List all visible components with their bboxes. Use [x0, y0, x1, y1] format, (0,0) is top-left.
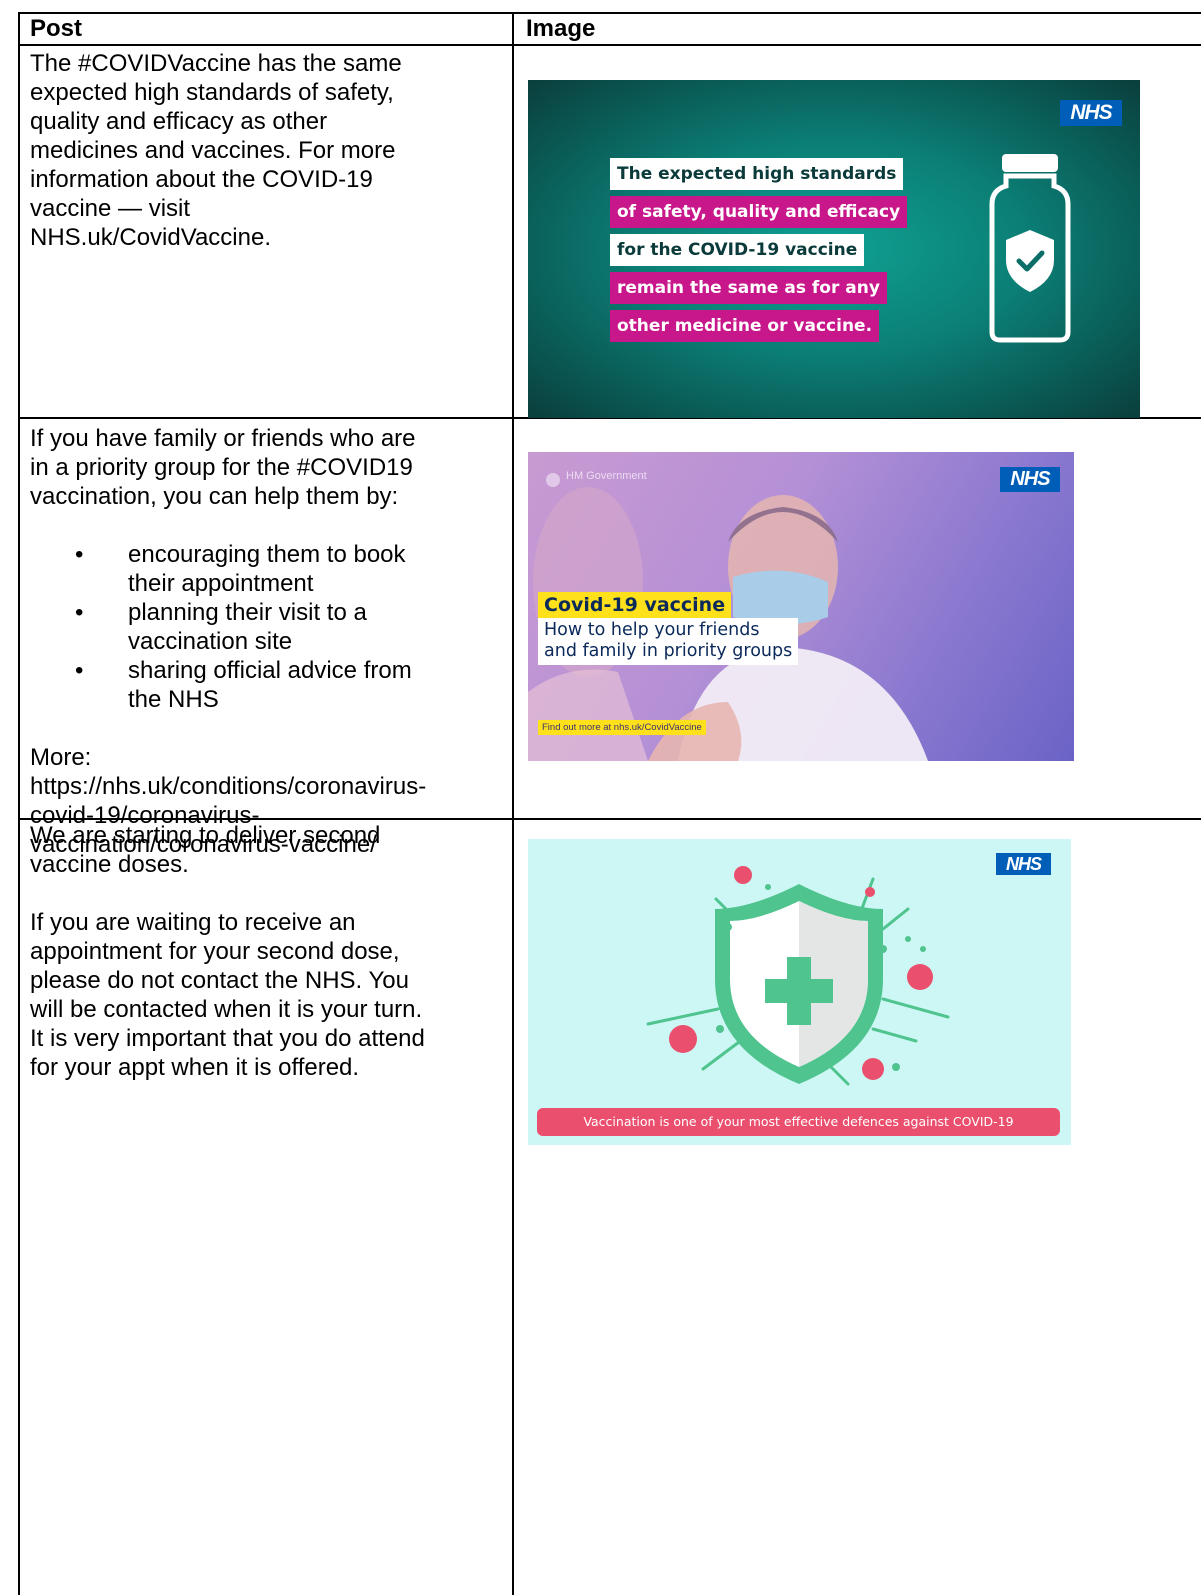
post-text-line: NHS.uk/CovidVaccine. — [30, 224, 271, 251]
image-banner: Vaccination is one of your most effectiv… — [537, 1108, 1060, 1136]
post-text-line: appointment for your second dose, — [30, 938, 400, 965]
bullet-text-line: encouraging them to book — [128, 541, 406, 568]
post-text-line: expected high standards of safety, — [30, 79, 394, 106]
image-subtitle-line: and family in priority groups — [544, 641, 793, 661]
post-text-line: vaccine — visit — [30, 195, 191, 222]
image-subtitle: How to help your friends and family in p… — [538, 618, 799, 665]
image-headline-line: other medicine or vaccine. — [610, 310, 880, 342]
post-text-line: quality and efficacy as other — [30, 108, 328, 135]
post-text-line: information about the COVID-19 — [30, 166, 373, 193]
post-text-line: We are starting to deliver second — [30, 822, 381, 849]
more-label: More: — [30, 744, 92, 771]
image-headline-line: of safety, quality and efficacy — [610, 196, 908, 228]
image-title: Covid-19 vaccine — [538, 592, 732, 618]
column-header-image: Image — [526, 15, 596, 42]
post-text-line: vaccine doses. — [30, 851, 189, 878]
table-border-left — [18, 12, 20, 1595]
bullet-text-line: sharing official advice from — [128, 657, 412, 684]
header-divider — [18, 44, 1201, 46]
bullet-text-line: vaccination site — [128, 628, 293, 655]
shield-icon — [1006, 230, 1054, 292]
post-text-line: If you are waiting to receive an — [30, 909, 356, 936]
bullet-text-line: their appointment — [128, 570, 314, 597]
image-headline-line: remain the same as for any — [610, 272, 887, 304]
image-headline-line: The expected high standards — [610, 158, 904, 190]
image-footer: Find out more at nhs.uk/CovidVaccine — [538, 720, 706, 735]
hm-government-label: HM Government — [566, 470, 647, 482]
post-text-line: It is very important that you do attend — [30, 1025, 425, 1052]
image-headline-line: for the COVID-19 vaccine — [610, 234, 865, 266]
post-text-line: medicines and vaccines. For more — [30, 137, 396, 164]
vaccine-vial-icon — [989, 154, 1071, 343]
vaccination-defence-image: NHS Vaccination is one of your most effe… — [528, 839, 1071, 1145]
more-url-line[interactable]: https://nhs.uk/conditions/coronavirus- — [30, 772, 520, 801]
bullet-item: planning their visit to a vaccination si… — [75, 598, 520, 656]
post-text-line: The #COVIDVaccine has the same — [30, 50, 402, 77]
shield-illustration — [646, 866, 950, 1086]
nhs-logo: NHS — [1060, 100, 1122, 126]
help-friends-image: HM Government NHS Covid-19 vaccine How t… — [528, 452, 1074, 761]
bullet-text-line: the NHS — [128, 686, 219, 713]
bullet-text-line: planning their visit to a — [128, 599, 367, 626]
post-text-line: in a priority group for the #COVID19 — [30, 454, 413, 481]
post-text-line: for your appt when it is offered. — [30, 1054, 360, 1081]
image-subtitle-line: How to help your friends — [544, 620, 760, 640]
post-cell-3: We are starting to deliver second vaccin… — [30, 821, 520, 1082]
post-cell-2: If you have family or friends who are in… — [30, 424, 520, 859]
post-text-line: will be contacted when it is your turn. — [30, 996, 423, 1023]
post-cell-1: The #COVIDVaccine has the same expected … — [30, 49, 520, 252]
document-table: Post Image The #COVIDVaccine has the sam… — [18, 0, 1201, 1595]
post-text-line: please do not contact the NHS. You — [30, 967, 409, 994]
post-text-line: If you have family or friends who are — [30, 425, 416, 452]
nhs-logo: NHS — [1000, 467, 1060, 492]
post-text-line: vaccination, you can help them by: — [30, 483, 399, 510]
column-header-post: Post — [30, 15, 83, 42]
bullet-item: encouraging them to book their appointme… — [75, 540, 520, 598]
table-border-top — [18, 12, 1201, 14]
bullet-item: sharing official advice from the NHS — [75, 656, 520, 714]
vaccine-safety-image: NHS The expected high standards of safet… — [528, 80, 1140, 418]
bullet-list: encouraging them to book their appointme… — [30, 540, 520, 714]
